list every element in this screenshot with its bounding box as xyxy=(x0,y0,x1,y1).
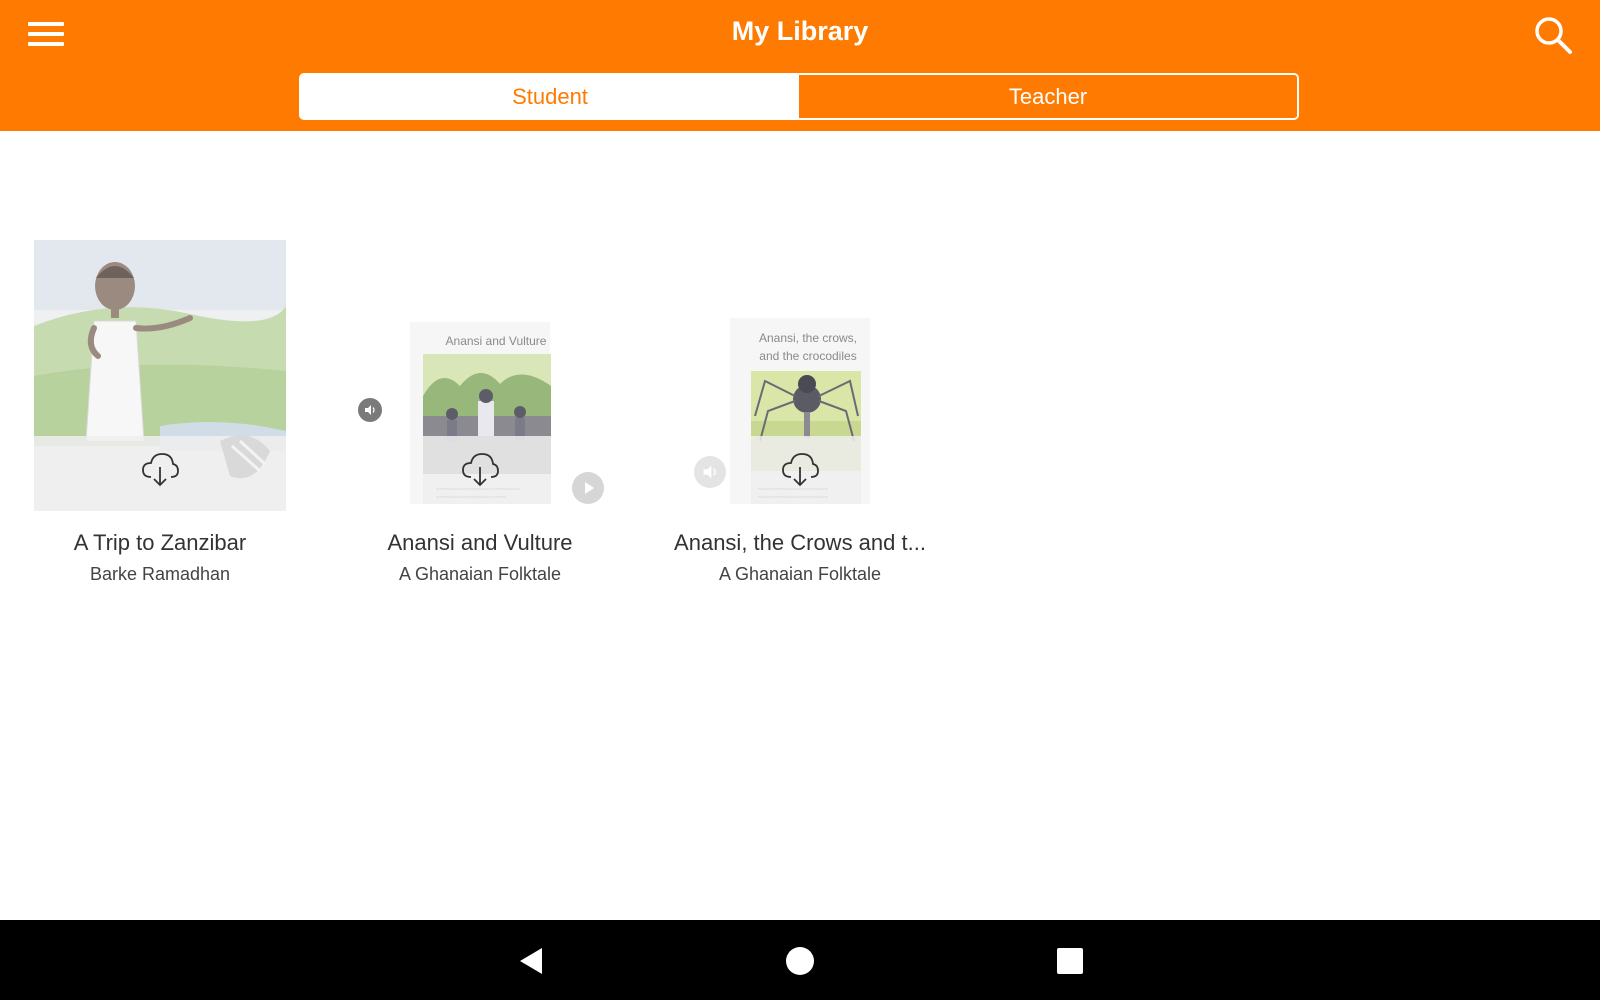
app-header: My Library Student Teacher xyxy=(0,0,1600,131)
back-triangle-icon[interactable] xyxy=(514,944,548,978)
home-circle-icon[interactable] xyxy=(786,947,814,975)
cover-title-text: Anansi and Vulture xyxy=(445,334,547,348)
search-icon[interactable] xyxy=(1532,14,1574,56)
system-navigation-bar xyxy=(0,920,1600,1000)
book-title[interactable]: Anansi and Vulture xyxy=(340,530,620,556)
book-author: A Ghanaian Folktale xyxy=(718,564,882,584)
recents-square-icon[interactable] xyxy=(1057,948,1083,974)
role-tabs: Student Teacher xyxy=(299,73,1299,120)
cloud-download-icon[interactable] xyxy=(460,449,500,489)
book-title[interactable]: A Trip to Zanzibar xyxy=(20,530,300,556)
cover-title-text: Anansi, the crows, and the crocodiles xyxy=(758,331,858,363)
cloud-download-icon[interactable] xyxy=(780,449,820,489)
cloud-download-icon[interactable] xyxy=(140,449,180,489)
speaker-icon[interactable] xyxy=(358,398,382,422)
book-author: A Ghanaian Folktale xyxy=(398,564,562,584)
page-title: My Library xyxy=(731,16,869,46)
tab-teacher[interactable]: Teacher xyxy=(799,75,1297,118)
app-screen: My Library Student Teacher A Trip to Zan… xyxy=(0,0,1600,1000)
tab-student[interactable]: Student xyxy=(301,75,799,118)
book-author: Barke Ramadhan xyxy=(89,564,231,584)
book-title[interactable]: Anansi, the Crows and t... xyxy=(660,530,940,556)
svg-text:~~~~~~~~~~~~~~~~~~~~: ~~~~~~~~~~~~~~~~~~~~ xyxy=(758,495,829,501)
play-icon[interactable] xyxy=(572,472,604,504)
speaker-icon[interactable] xyxy=(694,456,726,488)
svg-text:~~~~~~~~~~~~~~~~~~~~: ~~~~~~~~~~~~~~~~~~~~ xyxy=(436,495,507,501)
